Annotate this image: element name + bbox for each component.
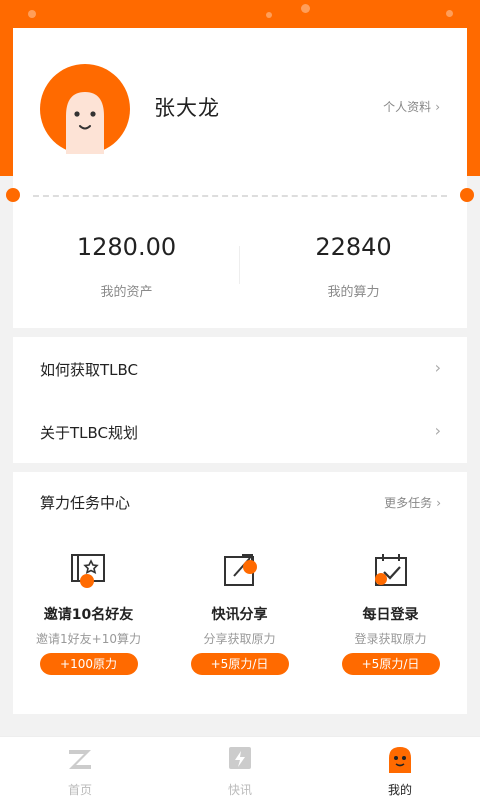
chevron-right-icon: › [434, 421, 441, 440]
tab-home[interactable]: 首页 [0, 745, 160, 798]
task-name: 每日登录 [362, 607, 419, 623]
task-desc: 分享获取原力 [203, 632, 276, 646]
assets-stat[interactable]: 1280.00 我的资产 [13, 233, 240, 300]
home-logo-icon [69, 750, 91, 769]
username: 张大龙 [154, 96, 220, 120]
profile-card: 张大龙 个人资料 › 1280.00 我的资产 22840 我的算力 [6, 28, 474, 328]
task-center-title: 算力任务中心 [40, 494, 131, 512]
task-name: 快讯分享 [211, 607, 268, 623]
ticket-notch [460, 188, 474, 202]
bottom-tab-bar: 首页 快讯 我的 [0, 736, 480, 800]
decor-dot [446, 10, 453, 17]
task-reward-button[interactable]: +100原力 [39, 653, 138, 675]
task-daily-login[interactable]: 每日登录 登录获取原力 +5原力/日 [315, 550, 466, 675]
tab-mine[interactable]: 我的 [320, 745, 480, 798]
tab-label: 我的 [387, 783, 412, 797]
task-reward-button[interactable]: +5原力/日 [341, 653, 440, 675]
power-value: 22840 [315, 233, 392, 261]
decor-dot [301, 4, 310, 13]
profile-details-link[interactable]: 个人资料 › [383, 98, 440, 115]
tab-news[interactable]: 快讯 [160, 745, 320, 798]
menu-item-label: 如何获取TLBC [40, 361, 139, 379]
decor-dot [266, 12, 272, 18]
chevron-right-icon: › [436, 496, 441, 510]
chevron-right-icon: › [434, 358, 441, 377]
tab-label: 首页 [67, 783, 92, 797]
ticket-notch [6, 188, 20, 202]
power-stat[interactable]: 22840 我的算力 [240, 233, 467, 300]
menu-card: 如何获取TLBC › 关于TLBC规划 › [13, 337, 467, 463]
decor-dot [28, 10, 36, 18]
task-invite-friends[interactable]: 邀请10名好友 邀请1好友+10算力 +100原力 [13, 550, 164, 675]
task-center-card: 算力任务中心 更多任务 › 邀请10名好友 邀请1好友+10算力 +100原力 快… [13, 472, 467, 714]
assets-value: 1280.00 [76, 233, 177, 261]
assets-label: 我的资产 [100, 285, 153, 300]
task-desc: 登录获取原力 [354, 632, 427, 646]
more-tasks-label: 更多任务 [384, 496, 433, 510]
avatar[interactable] [40, 64, 130, 154]
task-desc: 邀请1好友+10算力 [36, 632, 141, 646]
invite-icon [70, 554, 105, 588]
power-label: 我的算力 [327, 285, 380, 300]
news-flash-icon [229, 747, 251, 769]
dashed-divider [33, 195, 447, 197]
calendar-check-icon [374, 554, 407, 586]
profile-details-label: 个人资料 [383, 100, 432, 114]
task-reward-button[interactable]: +5原力/日 [190, 653, 289, 675]
tab-label: 快讯 [227, 783, 252, 797]
share-icon [223, 554, 257, 586]
menu-item-label: 关于TLBC规划 [40, 424, 139, 442]
task-news-share[interactable]: 快讯分享 分享获取原力 +5原力/日 [164, 550, 315, 675]
task-name: 邀请10名好友 [43, 607, 134, 623]
more-tasks-link[interactable]: 更多任务 › [384, 494, 441, 511]
menu-item-about-tlbc-plan[interactable]: 关于TLBC规划 › [13, 400, 467, 463]
profile-face-icon [389, 747, 411, 773]
chevron-right-icon: › [435, 100, 440, 114]
menu-item-how-to-get-tlbc[interactable]: 如何获取TLBC › [13, 337, 467, 400]
